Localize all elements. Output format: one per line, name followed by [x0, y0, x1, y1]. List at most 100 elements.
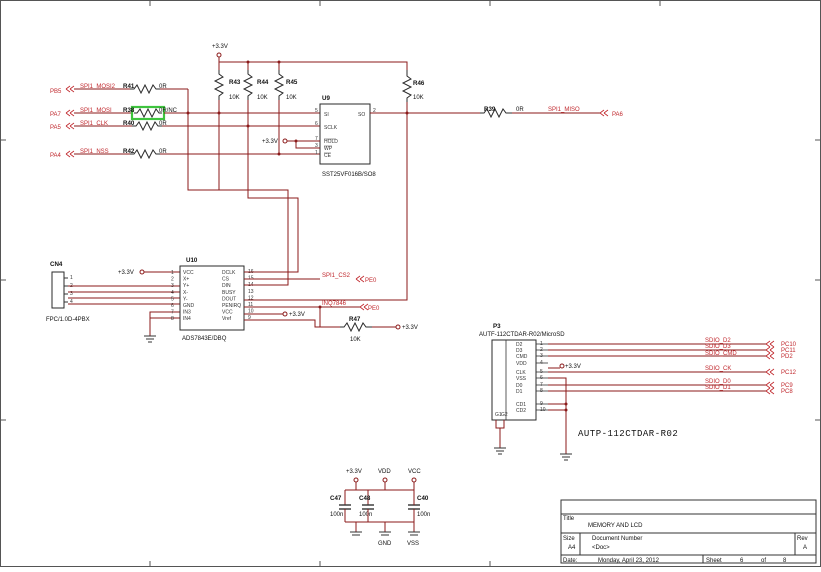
title_block-docnum-text: <Doc>	[592, 545, 610, 551]
resistor-r43: R43 10K	[213, 70, 241, 101]
resistors-r47-ref-text: R47	[349, 316, 361, 323]
nets-pe0a-text: PE0	[365, 278, 377, 284]
u10-pin-num: 7	[171, 310, 174, 316]
nets-sdio_cmd-text: SDIO_CMD	[705, 351, 737, 357]
resistors-r42-ref-text: R42	[123, 148, 135, 155]
u9-pins-ce-text: CE	[324, 153, 332, 159]
nets-pa5-text: PA5	[50, 125, 62, 131]
p3-gnd_pins-1-text: G2	[501, 412, 508, 418]
resistors-r39-ref-text: R39	[484, 106, 496, 113]
resistors-r43-ref-text: R43	[229, 79, 241, 86]
ic-u10: U10 ADS7843E/DBQ VCC 1 X+ 2 Y+ 3 X- 4 Y- 5 GND 6 IN3…	[171, 257, 254, 342]
u10-pin-label: Y+	[183, 283, 189, 289]
u10-pin-label: VCC	[183, 270, 194, 276]
p3-pin-label: CMD	[516, 354, 528, 360]
caps-c40-ref-text: C40	[417, 495, 429, 502]
title_block-rev_label-text: Rev	[797, 536, 808, 542]
u10-pin-label: CS	[222, 277, 230, 283]
ic-u9: U9 SST25VF016B/SO8 SI SO SCLK HOLD WP CE…	[315, 95, 376, 178]
vcc-rail-top: +3.3V	[212, 44, 408, 70]
p3-pin-label: VDD	[516, 361, 527, 367]
resistors-r47-value-text: 10K	[350, 337, 361, 343]
u10-pin-num: 3	[171, 283, 174, 289]
cn4-nums-0-text: 1	[70, 275, 73, 281]
u9-nums-p6-text: 6	[315, 121, 318, 127]
u9-ref-text: U9	[322, 95, 330, 102]
title_block-of_label-text: of	[761, 558, 766, 564]
p3-label-text: AUTP-112CTDAR-R02	[578, 429, 678, 439]
u9-nums-p5-text: 5	[315, 108, 318, 114]
title_block-docnum_label-text: Document Number	[592, 536, 642, 542]
schematic-canvas: +3.3V R43 10K R44 10K R45 10K R46 10K PB…	[0, 0, 821, 567]
title-label: Title	[563, 516, 575, 522]
nets-vcc33_p3-text: +3.3V	[565, 364, 581, 370]
decoupling-caps: +3.3V VDD VCC C47 C48 C40 100n 100n 100n	[330, 469, 430, 547]
u10-pin-label: DCLK	[222, 270, 236, 276]
title-value: MEMORY AND LCD	[588, 523, 643, 529]
u10-pin-label: IN3	[183, 310, 191, 316]
u10-pin-num: 4	[171, 290, 174, 296]
resistors-r44-ref-text: R44	[257, 79, 269, 86]
resistors-r45-value-text: 10K	[286, 95, 297, 101]
nets-pd2-text: PD2	[781, 354, 793, 360]
resistors-r39-value-text: 0R	[516, 107, 524, 113]
resistor-r46: R46 10K	[401, 70, 425, 102]
microsd-wires: +3.3V SDIO_D2 SDIO_D3 SDIO_CMD SDIO_CK S…	[548, 338, 797, 461]
title_block-sheet_label-text: Sheet	[706, 558, 722, 564]
nets-sdio_d3-text: SDIO_D3	[705, 344, 731, 350]
nets-gnd-text: GND	[378, 541, 392, 547]
title_block-size-text: A4	[568, 545, 576, 551]
caps-c40-value-text: 100n	[417, 512, 430, 518]
title_block-date_label-text: Date:	[563, 558, 578, 564]
u10-pin-label: DIN	[222, 283, 231, 289]
nets-vcc33_r47-text: +3.3V	[402, 325, 418, 331]
title_block-size_label-text: Size	[563, 536, 575, 542]
p3-part-text: AUTF-112CTDAR-R02/MicroSD	[479, 332, 565, 338]
resistor-r45: R45 10K	[273, 70, 298, 101]
u10-pin-num: 8	[171, 316, 174, 322]
caps-c47-ref-text: C47	[330, 495, 342, 502]
schematic-sheet: +3.3V R43 10K R44 10K R45 10K R46 10K PB…	[0, 0, 821, 567]
nets-pc8-text: PC8	[781, 389, 793, 395]
u10-right-wires: SPI1_CS2 PE0 INQ7846 PE0 +3.3V R47 10K +…	[244, 271, 418, 343]
resistors-r46-ref-text: R46	[413, 80, 425, 87]
caps-c48-ref-text: C48	[359, 495, 371, 502]
nets-pa4-text: PA4	[50, 153, 62, 159]
nets-pb5-text: PB5	[50, 89, 62, 95]
u10-pin-label: PENIRQ	[222, 303, 241, 309]
u9-pins-hold-text: HOLD	[324, 139, 338, 145]
title-block: Title MEMORY AND LCD Size A4 Document Nu…	[560, 499, 817, 564]
nets-vcc33_cn4-text: +3.3V	[118, 270, 134, 276]
nets-spi_miso-text: SPI1_MISO	[548, 107, 580, 113]
vcc-label-top: +3.3V	[212, 44, 228, 50]
nets-pe0b-text: PE0	[368, 306, 380, 312]
title_block-rev-text: A	[803, 545, 807, 551]
nets-pa6-text: PA6	[612, 112, 624, 118]
date-value: Monday, April 23, 2012	[598, 558, 660, 564]
u9-hold-wp-tie: +3.3V	[262, 138, 320, 149]
resistor-r44: R44 10K	[242, 70, 269, 101]
u9-pins-so-text: SO	[358, 112, 365, 118]
u10-pin-label: VCC	[222, 310, 233, 316]
u9-part-text: SST25VF016B/SO8	[322, 172, 376, 178]
u10-pin-label: DOUT	[222, 296, 236, 302]
u10-pin-num: 2	[171, 277, 174, 283]
u9-pins-si-text: SI	[324, 112, 329, 118]
u10-pin-label: X+	[183, 277, 189, 283]
cn4-ref-text: CN4	[50, 261, 63, 268]
u10-pin-num: 1	[171, 270, 174, 276]
u10-pin-label: BUSY	[222, 290, 236, 296]
u10-part-text: ADS7843E/DBQ	[182, 336, 227, 342]
cn4-part-text: FPC/1.0D-4PBX	[46, 317, 90, 323]
resistors-r44-value-text: 10K	[257, 95, 268, 101]
p3-pin-label: VSS	[516, 376, 527, 382]
nets-vcc33_pwr-text: +3.3V	[346, 469, 362, 475]
u10-pin-label: GND	[183, 303, 195, 309]
u10-pin-label: X-	[183, 290, 188, 296]
u10-pin-num: 13	[248, 289, 254, 295]
u9-pins-wp-text: WP	[324, 146, 333, 152]
resistors-r46-value-text: 10K	[413, 95, 424, 101]
nets-vcc33_u10-text: +3.3V	[289, 312, 305, 318]
nets-vcc33_u9-text: +3.3V	[262, 139, 278, 145]
u9-nums-p1-text: 1	[315, 150, 318, 156]
